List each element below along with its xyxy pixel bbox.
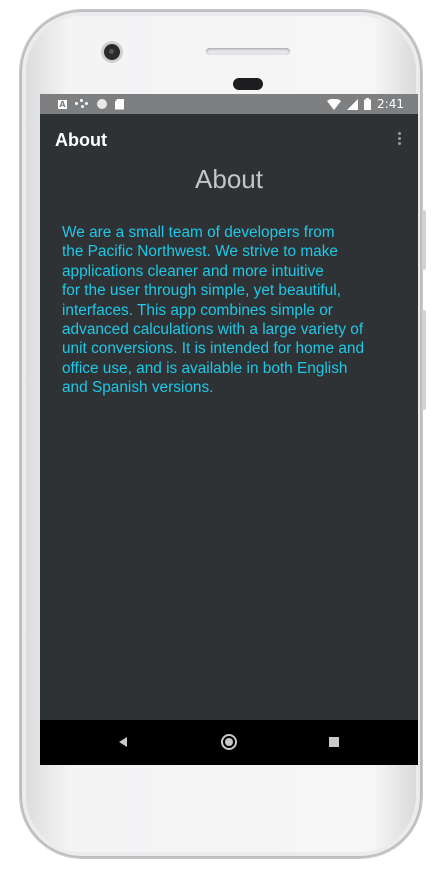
app-bar: About (40, 114, 418, 170)
about-line: office use, and is available in both Eng… (62, 359, 348, 377)
screen: A 2:41 About About We are a small team o… (40, 94, 418, 765)
navigation-bar (40, 720, 418, 765)
earpiece-speaker (206, 48, 290, 55)
about-line: applications cleaner and more intuitive (62, 262, 324, 280)
page-title: About (195, 164, 263, 194)
a-badge-icon: A (58, 99, 67, 109)
status-bar: A 2:41 (40, 94, 418, 114)
about-line: and Spanish versions. (62, 379, 214, 397)
about-line: advanced calculations with a large varie… (62, 321, 364, 339)
recents-icon[interactable] (329, 737, 339, 747)
app-bar-title: About (55, 130, 107, 150)
wifi-icon (327, 98, 342, 110)
home-icon[interactable] (221, 734, 237, 750)
assistant-dots-icon (75, 99, 89, 109)
proximity-sensor (233, 78, 263, 90)
about-line: interfaces. This app combines simple or (62, 301, 333, 319)
sd-card-icon (115, 98, 124, 110)
about-line: unit conversions. It is intended for hom… (62, 340, 365, 358)
cell-signal-icon (347, 98, 359, 110)
back-icon[interactable] (119, 737, 127, 747)
status-time: 2:41 (377, 97, 404, 111)
about-line: for the user through simple, yet beautif… (62, 282, 341, 300)
about-description: We are a small team of developers from t… (62, 223, 396, 398)
about-line: We are a small team of developers from (62, 224, 335, 241)
overflow-menu-icon[interactable] (398, 132, 402, 148)
front-camera (104, 44, 120, 60)
volume-button (422, 310, 426, 410)
power-button (422, 210, 426, 270)
sync-circle-icon (97, 99, 107, 109)
about-line: the Pacific Northwest. We strive to make (62, 243, 338, 261)
battery-icon (364, 98, 372, 110)
